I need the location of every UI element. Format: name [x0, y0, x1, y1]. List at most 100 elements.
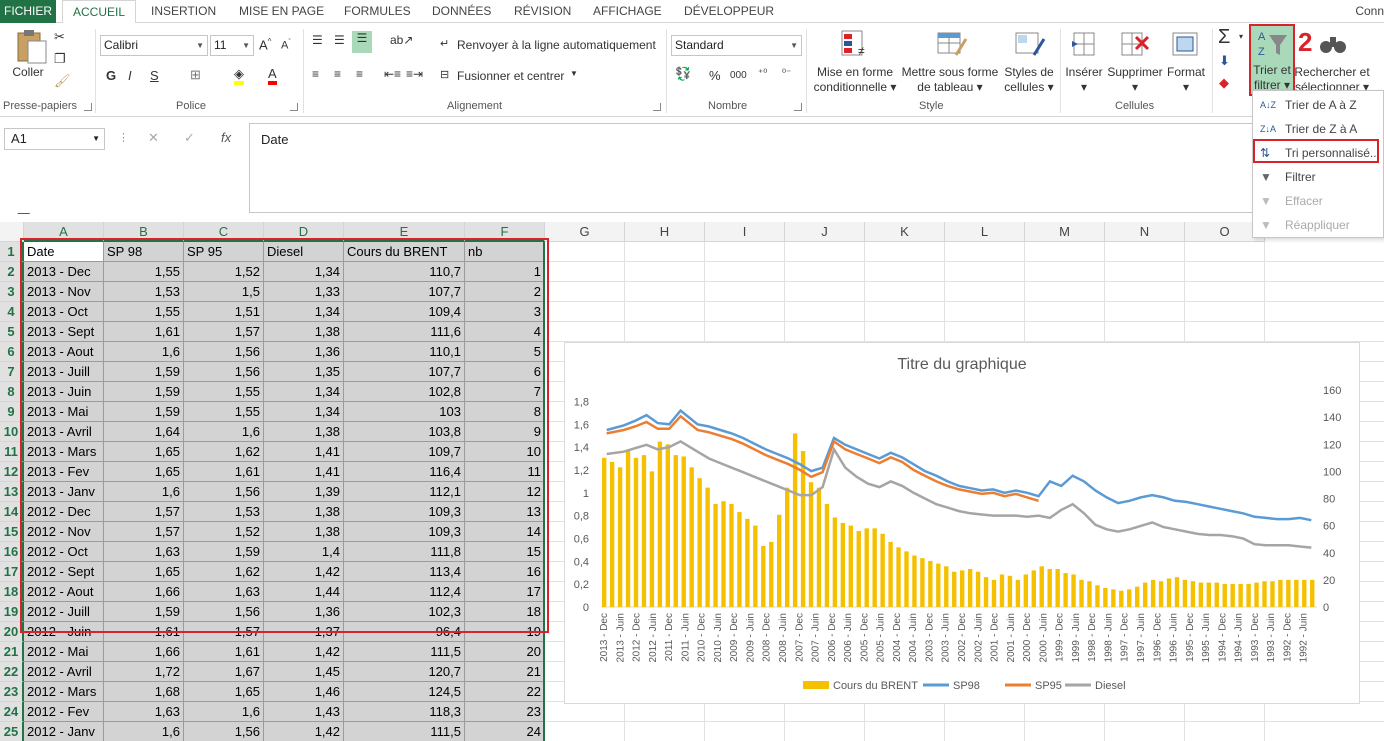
format-button[interactable]: Format ▾: [1164, 65, 1208, 95]
table-cell[interactable]: 1,45: [264, 662, 344, 682]
format-as-table-icon[interactable]: [936, 29, 968, 59]
menu-item-filter[interactable]: ▼ Filtrer: [1253, 165, 1383, 189]
shrink-font-icon[interactable]: Aˇ: [281, 39, 291, 52]
copy-icon[interactable]: ❐: [54, 51, 66, 67]
table-cell[interactable]: 1,6: [104, 722, 184, 741]
find-icon[interactable]: [1318, 29, 1348, 57]
menu-item-sort-az[interactable]: A↓Z Trier de A à Z: [1253, 93, 1383, 117]
orientation-icon[interactable]: ab↗: [390, 33, 413, 47]
format-as-table-button[interactable]: Mettre sous forme de tableau ▾: [900, 65, 1000, 95]
font-name-combo[interactable]: Calibri ▼: [100, 35, 208, 56]
insert-function-icon[interactable]: fx: [221, 130, 231, 145]
bold-button[interactable]: G: [106, 68, 116, 83]
fill-icon[interactable]: ⬇: [1219, 53, 1230, 69]
currency-icon[interactable]: 💱: [675, 66, 691, 82]
table-cell[interactable]: 1,42: [264, 722, 344, 741]
column-header-l[interactable]: L: [945, 222, 1025, 242]
row-header[interactable]: 23: [0, 682, 24, 702]
tab-affichage[interactable]: AFFICHAGE: [593, 0, 662, 23]
row-header[interactable]: 24: [0, 702, 24, 722]
table-cell[interactable]: 118,3: [344, 702, 465, 722]
grow-font-icon[interactable]: A^: [259, 37, 271, 52]
table-cell[interactable]: 1,72: [104, 662, 184, 682]
indent-icon[interactable]: ⇤≡: [384, 67, 401, 81]
table-cell[interactable]: 111,5: [344, 722, 465, 741]
enter-icon[interactable]: ✓: [184, 130, 195, 146]
clipboard-launcher-icon[interactable]: [84, 103, 92, 111]
cut-icon[interactable]: ✂: [54, 29, 65, 45]
table-cell[interactable]: 2012 - Janv: [24, 722, 104, 741]
chevron-down-icon[interactable]: ▼: [570, 69, 578, 78]
column-header-i[interactable]: I: [705, 222, 785, 242]
cell-styles-button[interactable]: Styles de cellules ▾: [1002, 65, 1056, 95]
tab-donnees[interactable]: DONNÉES: [432, 0, 491, 23]
table-cell[interactable]: 24: [465, 722, 545, 741]
account-link[interactable]: Conn: [1355, 0, 1384, 22]
name-box[interactable]: A1 ▼: [4, 128, 105, 150]
column-header-g[interactable]: G: [545, 222, 625, 242]
table-cell[interactable]: 2012 - Mars: [24, 682, 104, 702]
table-cell[interactable]: 1,6: [184, 702, 264, 722]
align-bottom-icon[interactable]: ☰: [352, 31, 372, 53]
font-size-combo[interactable]: 11 ▼: [210, 35, 254, 56]
paste-button[interactable]: Coller: [10, 65, 46, 80]
wrap-text-icon[interactable]: ↵: [440, 37, 449, 50]
tab-accueil[interactable]: ACCUEIL: [62, 0, 137, 24]
font-color-icon[interactable]: A: [268, 66, 277, 85]
column-header-j[interactable]: J: [785, 222, 865, 242]
clear-icon[interactable]: ◆: [1219, 75, 1229, 91]
conditional-formatting-button[interactable]: Mise en forme conditionnelle ▾: [812, 65, 898, 95]
row-header[interactable]: 22: [0, 662, 24, 682]
column-header-k[interactable]: K: [865, 222, 945, 242]
merge-icon[interactable]: ⊟: [440, 68, 449, 81]
align-top-icon[interactable]: ☰: [312, 33, 323, 47]
table-cell[interactable]: 1,61: [184, 642, 264, 662]
fill-color-icon[interactable]: ◈: [234, 66, 244, 85]
thousands-button[interactable]: 000: [730, 70, 747, 81]
delete-cells-icon[interactable]: [1120, 29, 1150, 59]
align-center-icon[interactable]: ≡: [334, 67, 341, 81]
column-header-h[interactable]: H: [625, 222, 705, 242]
column-header-n[interactable]: N: [1105, 222, 1185, 242]
alignment-launcher-icon[interactable]: [653, 103, 661, 111]
percent-button[interactable]: %: [709, 68, 721, 83]
table-cell[interactable]: 21: [465, 662, 545, 682]
insert-button[interactable]: Insérer ▾: [1062, 65, 1106, 95]
table-cell[interactable]: 1,63: [104, 702, 184, 722]
table-cell[interactable]: 1,65: [184, 682, 264, 702]
paste-icon[interactable]: [14, 29, 48, 65]
table-cell[interactable]: 1,56: [184, 722, 264, 741]
table-cell[interactable]: 22: [465, 682, 545, 702]
menu-item-reapply[interactable]: ▼ Réappliquer: [1253, 213, 1383, 237]
increase-decimal-icon[interactable]: ⁺⁰: [758, 68, 767, 79]
row-header[interactable]: 25: [0, 722, 24, 741]
outdent-icon[interactable]: ≡⇥: [406, 67, 423, 81]
tab-revision[interactable]: RÉVISION: [514, 0, 571, 23]
wrap-text-button[interactable]: Renvoyer à la ligne automatiquement: [457, 38, 656, 53]
align-right-icon[interactable]: ≡: [356, 67, 363, 81]
table-cell[interactable]: 2012 - Fev: [24, 702, 104, 722]
cell-styles-icon[interactable]: [1014, 29, 1046, 59]
cancel-icon[interactable]: ✕: [148, 130, 159, 146]
menu-item-sort-za[interactable]: Z↓A Trier de Z à A: [1253, 117, 1383, 141]
chevron-down-icon[interactable]: ▾: [1239, 32, 1243, 41]
tab-formules[interactable]: FORMULES: [344, 0, 411, 23]
table-cell[interactable]: 1,68: [104, 682, 184, 702]
underline-button[interactable]: S: [150, 68, 159, 83]
align-left-icon[interactable]: ≡: [312, 67, 319, 81]
table-cell[interactable]: 2012 - Mai: [24, 642, 104, 662]
table-cell[interactable]: 120,7: [344, 662, 465, 682]
tab-insertion[interactable]: INSERTION: [151, 0, 216, 23]
table-cell[interactable]: 1,67: [184, 662, 264, 682]
format-painter-icon[interactable]: 🖌: [54, 73, 71, 89]
tab-mise-en-page[interactable]: MISE EN PAGE: [239, 0, 324, 23]
delete-button[interactable]: Supprimer ▾: [1106, 65, 1164, 95]
insert-cells-icon[interactable]: [1070, 29, 1098, 59]
menu-item-clear[interactable]: ▼ Effacer: [1253, 189, 1383, 213]
autosum-icon[interactable]: Σ: [1218, 26, 1230, 49]
column-header-m[interactable]: M: [1025, 222, 1105, 242]
table-cell[interactable]: 1,66: [104, 642, 184, 662]
formula-input[interactable]: Date: [249, 123, 1384, 213]
number-launcher-icon[interactable]: [794, 103, 802, 111]
table-cell[interactable]: 1,43: [264, 702, 344, 722]
